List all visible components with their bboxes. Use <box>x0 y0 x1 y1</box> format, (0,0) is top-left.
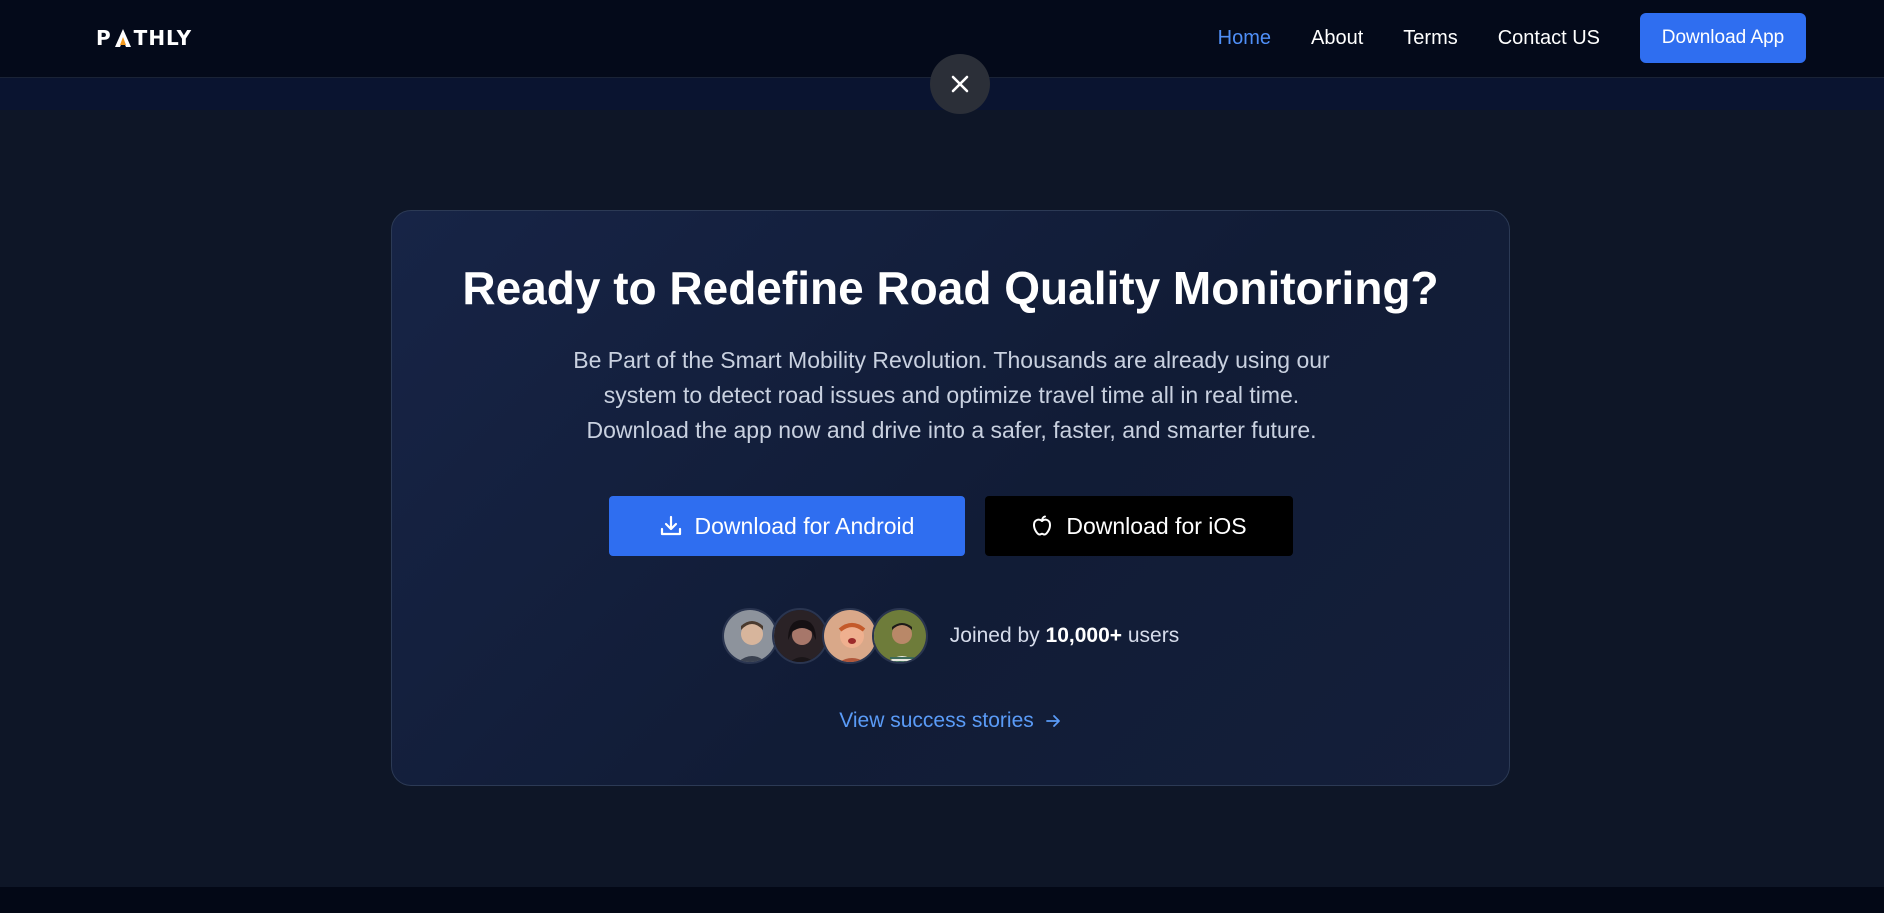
nav-about[interactable]: About <box>1311 27 1363 50</box>
nav-home[interactable]: Home <box>1218 27 1271 50</box>
joined-text: Joined by 10,000+ users <box>950 624 1179 648</box>
card-title: Ready to Redefine Road Quality Monitorin… <box>462 262 1439 314</box>
description-line-1: Be Part of the Smart Mobility Revolution… <box>573 347 1330 373</box>
card-description: Be Part of the Smart Mobility Revolution… <box>542 343 1361 448</box>
joined-count: 10,000+ <box>1045 624 1123 647</box>
logo-mark-icon <box>114 28 132 48</box>
ios-button-label: Download for iOS <box>1066 512 1247 539</box>
close-button[interactable] <box>930 54 990 114</box>
android-button-label: Download for Android <box>694 512 915 539</box>
joined-prefix: Joined by <box>949 624 1040 647</box>
avatar <box>871 608 928 664</box>
nav-contact[interactable]: Contact US <box>1498 27 1600 50</box>
nav-terms[interactable]: Terms <box>1403 27 1457 50</box>
description-line-2: system to detect road issues and optimiz… <box>603 382 1300 408</box>
logo[interactable]: P THLY <box>96 26 192 50</box>
download-android-button[interactable]: Download for Android <box>608 496 965 556</box>
main-nav: Home About Terms Contact US Download App <box>1178 0 1806 76</box>
cta-card: Ready to Redefine Road Quality Monitorin… <box>391 210 1510 786</box>
avatar <box>821 608 878 664</box>
download-icon <box>660 515 681 536</box>
description-line-3: Download the app now and drive into a sa… <box>586 417 1317 443</box>
logo-letters: THLY <box>133 26 193 50</box>
avatar <box>721 608 778 664</box>
avatar-group <box>721 608 928 664</box>
logo-letter-p: P <box>96 26 112 50</box>
apple-icon <box>1033 515 1052 536</box>
joined-suffix: users <box>1127 624 1180 647</box>
download-buttons: Download for Android Download for iOS <box>392 496 1509 556</box>
page: P THLY Home About Terms Contact US Downl… <box>0 0 1884 913</box>
close-icon <box>951 75 969 93</box>
footer-strip <box>0 887 1884 913</box>
download-app-button[interactable]: Download App <box>1640 13 1806 63</box>
success-stories-link[interactable]: View success stories <box>392 709 1509 733</box>
success-stories-label: View success stories <box>839 709 1034 732</box>
arrow-right-icon <box>1045 715 1060 727</box>
avatar <box>771 608 828 664</box>
download-ios-button[interactable]: Download for iOS <box>984 496 1293 556</box>
social-proof: Joined by 10,000+ users <box>392 608 1509 664</box>
